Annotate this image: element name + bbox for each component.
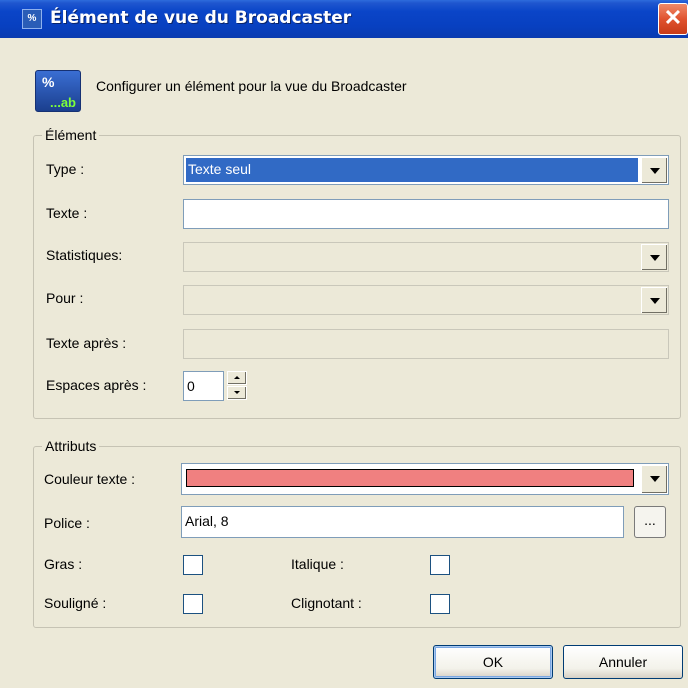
attributs-group-legend: Attributs: [42, 438, 100, 454]
color-swatch: [186, 469, 634, 487]
pour-combobox[interactable]: [183, 285, 669, 315]
gras-label: Gras :: [44, 556, 83, 572]
souligne-checkbox[interactable]: [183, 594, 203, 614]
ok-button[interactable]: OK: [433, 645, 553, 679]
element-group-legend: Élément: [42, 127, 100, 143]
clignotant-label: Clignotant :: [291, 595, 362, 611]
title-bar[interactable]: % Élément de vue du Broadcaster ✕: [0, 0, 688, 38]
pour-label: Pour :: [46, 290, 84, 306]
statistiques-combobox[interactable]: [183, 242, 669, 272]
espaces-apres-input[interactable]: 0: [183, 371, 224, 401]
close-icon: ✕: [663, 5, 683, 30]
italique-checkbox[interactable]: [430, 555, 450, 575]
chevron-down-icon[interactable]: [641, 244, 667, 270]
type-label: Type :: [46, 161, 85, 177]
chevron-down-icon[interactable]: [641, 157, 667, 183]
souligne-label: Souligné :: [44, 595, 107, 611]
police-label: Police :: [44, 515, 90, 531]
couleur-texte-label: Couleur texte :: [44, 471, 136, 487]
spin-up-button[interactable]: [227, 371, 247, 385]
clignotant-checkbox[interactable]: [430, 594, 450, 614]
close-button[interactable]: ✕: [658, 3, 688, 35]
window-title: Élément de vue du Broadcaster: [50, 8, 352, 28]
percent-ab-icon: % ...ab: [35, 70, 81, 112]
police-input[interactable]: Arial, 8: [181, 506, 624, 538]
dialog-description: Configurer un élément pour la vue du Bro…: [96, 78, 407, 94]
gras-checkbox[interactable]: [183, 555, 203, 575]
type-combobox[interactable]: Texte seul: [183, 155, 669, 185]
cancel-button[interactable]: Annuler: [563, 645, 683, 679]
couleur-texte-combobox[interactable]: [181, 463, 669, 495]
texte-input[interactable]: [183, 199, 669, 229]
statistiques-label: Statistiques:: [46, 247, 123, 263]
spin-down-button[interactable]: [227, 386, 247, 400]
texte-label: Texte :: [46, 205, 88, 221]
italique-label: Italique :: [291, 556, 344, 572]
police-browse-button[interactable]: ...: [634, 506, 666, 538]
texte-apres-label: Texte après :: [46, 335, 127, 351]
chevron-down-icon[interactable]: [641, 287, 667, 313]
broadcaster-app-icon: %: [22, 9, 42, 29]
espaces-apres-label: Espaces après :: [46, 377, 147, 393]
type-selected-value: Texte seul: [186, 158, 638, 182]
chevron-down-icon[interactable]: [641, 465, 667, 493]
texte-apres-input[interactable]: [183, 329, 669, 359]
